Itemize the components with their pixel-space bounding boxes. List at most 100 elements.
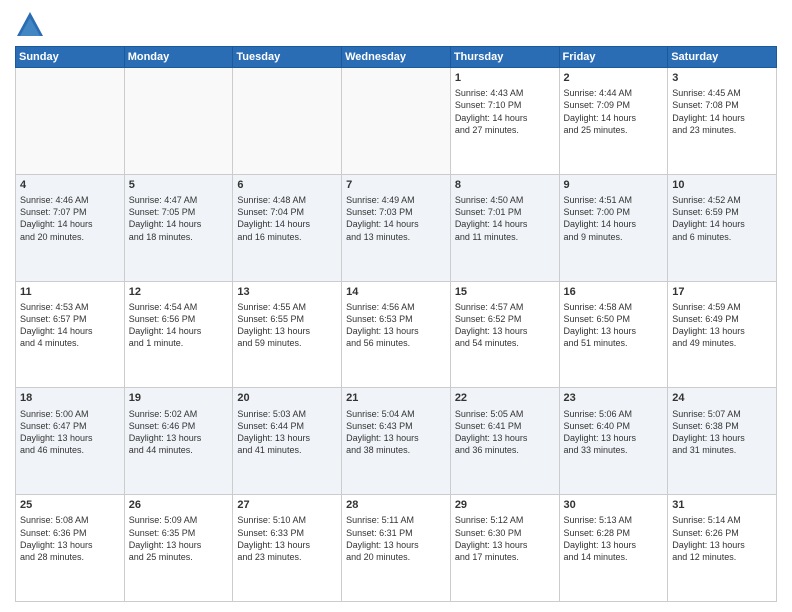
calendar-cell: 11 Sunrise: 4:53 AM Sunset: 6:57 PM Dayli… bbox=[16, 281, 125, 388]
calendar-cell: 25Sunrise: 5:08 AM Sunset: 6:36 PM Dayli… bbox=[16, 495, 125, 602]
calendar-cell: 2 Sunrise: 4:44 AM Sunset: 7:09 PM Daylig… bbox=[559, 68, 668, 175]
calendar-cell: 8 Sunrise: 4:50 AM Sunset: 7:01 PM Daylig… bbox=[450, 174, 559, 281]
calendar-cell: 20 Sunrise: 5:03 AM Sunset: 6:44 PM Dayli… bbox=[233, 388, 342, 495]
calendar-cell: 22 Sunrise: 5:05 AM Sunset: 6:41 PM Dayli… bbox=[450, 388, 559, 495]
day-info: Sunrise: 5:06 AM Sunset: 6:40 PM Dayligh… bbox=[564, 408, 664, 457]
day-info: Sunrise: 4:53 AM Sunset: 6:57 PM Dayligh… bbox=[20, 301, 120, 350]
calendar-cell: 7Sunrise: 4:49 AM Sunset: 7:03 PM Daylig… bbox=[342, 174, 451, 281]
day-info: Sunrise: 5:10 AM Sunset: 6:33 PM Dayligh… bbox=[237, 514, 337, 563]
day-number: 1 bbox=[455, 71, 555, 85]
day-number: 15 bbox=[455, 285, 555, 299]
day-number: 27 bbox=[237, 498, 337, 512]
day-info: Sunrise: 4:43 AM Sunset: 7:10 PM Dayligh… bbox=[455, 87, 555, 136]
day-info: Sunrise: 5:03 AM Sunset: 6:44 PM Dayligh… bbox=[237, 408, 337, 457]
calendar-table: SundayMondayTuesdayWednesdayThursdayFrid… bbox=[15, 46, 777, 602]
calendar-cell: 18 Sunrise: 5:00 AM Sunset: 6:47 PM Dayli… bbox=[16, 388, 125, 495]
calendar-header-thursday: Thursday bbox=[450, 47, 559, 68]
day-number: 9 bbox=[564, 178, 664, 192]
day-number: 23 bbox=[564, 391, 664, 405]
calendar-cell: 13 Sunrise: 4:55 AM Sunset: 6:55 PM Dayli… bbox=[233, 281, 342, 388]
day-info: Sunrise: 4:50 AM Sunset: 7:01 PM Dayligh… bbox=[455, 194, 555, 243]
calendar-cell: 28 Sunrise: 5:11 AM Sunset: 6:31 PM Dayli… bbox=[342, 495, 451, 602]
day-number: 19 bbox=[129, 391, 229, 405]
calendar-cell: 19 Sunrise: 5:02 AM Sunset: 6:46 PM Dayli… bbox=[124, 388, 233, 495]
day-info: Sunrise: 4:52 AM Sunset: 6:59 PM Dayligh… bbox=[672, 194, 772, 243]
calendar-cell: 16Sunrise: 4:58 AM Sunset: 6:50 PM Dayli… bbox=[559, 281, 668, 388]
page: SundayMondayTuesdayWednesdayThursdayFrid… bbox=[0, 0, 792, 612]
day-number: 6 bbox=[237, 178, 337, 192]
day-number: 10 bbox=[672, 178, 772, 192]
calendar-week-1: 1 Sunrise: 4:43 AM Sunset: 7:10 PM Daylig… bbox=[16, 68, 777, 175]
day-number: 4 bbox=[20, 178, 120, 192]
calendar-cell: 30 Sunrise: 5:13 AM Sunset: 6:28 PM Dayli… bbox=[559, 495, 668, 602]
calendar-week-4: 18 Sunrise: 5:00 AM Sunset: 6:47 PM Dayli… bbox=[16, 388, 777, 495]
calendar-header-row: SundayMondayTuesdayWednesdayThursdayFrid… bbox=[16, 47, 777, 68]
day-number: 20 bbox=[237, 391, 337, 405]
calendar-cell: 29Sunrise: 5:12 AM Sunset: 6:30 PM Dayli… bbox=[450, 495, 559, 602]
day-number: 13 bbox=[237, 285, 337, 299]
day-info: Sunrise: 4:44 AM Sunset: 7:09 PM Dayligh… bbox=[564, 87, 664, 136]
calendar-cell bbox=[16, 68, 125, 175]
calendar-cell: 27 Sunrise: 5:10 AM Sunset: 6:33 PM Dayli… bbox=[233, 495, 342, 602]
calendar-cell bbox=[233, 68, 342, 175]
day-info: Sunrise: 5:09 AM Sunset: 6:35 PM Dayligh… bbox=[129, 514, 229, 563]
calendar-cell: 5 Sunrise: 4:47 AM Sunset: 7:05 PM Daylig… bbox=[124, 174, 233, 281]
day-info: Sunrise: 5:00 AM Sunset: 6:47 PM Dayligh… bbox=[20, 408, 120, 457]
day-info: Sunrise: 4:48 AM Sunset: 7:04 PM Dayligh… bbox=[237, 194, 337, 243]
calendar-cell: 24 Sunrise: 5:07 AM Sunset: 6:38 PM Dayli… bbox=[668, 388, 777, 495]
day-info: Sunrise: 5:11 AM Sunset: 6:31 PM Dayligh… bbox=[346, 514, 446, 563]
day-info: Sunrise: 4:51 AM Sunset: 7:00 PM Dayligh… bbox=[564, 194, 664, 243]
calendar-cell: 17Sunrise: 4:59 AM Sunset: 6:49 PM Dayli… bbox=[668, 281, 777, 388]
day-info: Sunrise: 5:07 AM Sunset: 6:38 PM Dayligh… bbox=[672, 408, 772, 457]
logo bbox=[15, 10, 49, 40]
day-number: 8 bbox=[455, 178, 555, 192]
day-info: Sunrise: 4:45 AM Sunset: 7:08 PM Dayligh… bbox=[672, 87, 772, 136]
day-number: 18 bbox=[20, 391, 120, 405]
day-number: 28 bbox=[346, 498, 446, 512]
day-number: 7 bbox=[346, 178, 446, 192]
day-info: Sunrise: 5:08 AM Sunset: 6:36 PM Dayligh… bbox=[20, 514, 120, 563]
day-info: Sunrise: 4:46 AM Sunset: 7:07 PM Dayligh… bbox=[20, 194, 120, 243]
day-number: 24 bbox=[672, 391, 772, 405]
calendar-cell: 9 Sunrise: 4:51 AM Sunset: 7:00 PM Daylig… bbox=[559, 174, 668, 281]
calendar-cell bbox=[342, 68, 451, 175]
calendar-week-5: 25Sunrise: 5:08 AM Sunset: 6:36 PM Dayli… bbox=[16, 495, 777, 602]
day-number: 30 bbox=[564, 498, 664, 512]
calendar-header-friday: Friday bbox=[559, 47, 668, 68]
calendar-week-3: 11 Sunrise: 4:53 AM Sunset: 6:57 PM Dayli… bbox=[16, 281, 777, 388]
day-info: Sunrise: 5:02 AM Sunset: 6:46 PM Dayligh… bbox=[129, 408, 229, 457]
day-number: 22 bbox=[455, 391, 555, 405]
day-number: 29 bbox=[455, 498, 555, 512]
day-info: Sunrise: 4:47 AM Sunset: 7:05 PM Dayligh… bbox=[129, 194, 229, 243]
header bbox=[15, 10, 777, 40]
day-number: 2 bbox=[564, 71, 664, 85]
calendar-cell: 31Sunrise: 5:14 AM Sunset: 6:26 PM Dayli… bbox=[668, 495, 777, 602]
calendar-cell: 26 Sunrise: 5:09 AM Sunset: 6:35 PM Dayli… bbox=[124, 495, 233, 602]
day-number: 11 bbox=[20, 285, 120, 299]
calendar-cell: 10 Sunrise: 4:52 AM Sunset: 6:59 PM Dayli… bbox=[668, 174, 777, 281]
calendar-cell: 14 Sunrise: 4:56 AM Sunset: 6:53 PM Dayli… bbox=[342, 281, 451, 388]
calendar-cell: 3 Sunrise: 4:45 AM Sunset: 7:08 PM Daylig… bbox=[668, 68, 777, 175]
day-number: 26 bbox=[129, 498, 229, 512]
calendar-header-monday: Monday bbox=[124, 47, 233, 68]
calendar-week-2: 4 Sunrise: 4:46 AM Sunset: 7:07 PM Daylig… bbox=[16, 174, 777, 281]
day-number: 3 bbox=[672, 71, 772, 85]
calendar-cell: 4 Sunrise: 4:46 AM Sunset: 7:07 PM Daylig… bbox=[16, 174, 125, 281]
day-info: Sunrise: 4:57 AM Sunset: 6:52 PM Dayligh… bbox=[455, 301, 555, 350]
day-info: Sunrise: 4:55 AM Sunset: 6:55 PM Dayligh… bbox=[237, 301, 337, 350]
calendar-cell: 1 Sunrise: 4:43 AM Sunset: 7:10 PM Daylig… bbox=[450, 68, 559, 175]
calendar-header-saturday: Saturday bbox=[668, 47, 777, 68]
day-number: 14 bbox=[346, 285, 446, 299]
calendar-header-tuesday: Tuesday bbox=[233, 47, 342, 68]
day-info: Sunrise: 5:13 AM Sunset: 6:28 PM Dayligh… bbox=[564, 514, 664, 563]
day-info: Sunrise: 4:54 AM Sunset: 6:56 PM Dayligh… bbox=[129, 301, 229, 350]
day-number: 5 bbox=[129, 178, 229, 192]
day-number: 31 bbox=[672, 498, 772, 512]
logo-icon bbox=[15, 10, 45, 40]
calendar-cell: 23 Sunrise: 5:06 AM Sunset: 6:40 PM Dayli… bbox=[559, 388, 668, 495]
day-number: 17 bbox=[672, 285, 772, 299]
calendar-cell: 21Sunrise: 5:04 AM Sunset: 6:43 PM Dayli… bbox=[342, 388, 451, 495]
day-info: Sunrise: 4:56 AM Sunset: 6:53 PM Dayligh… bbox=[346, 301, 446, 350]
day-info: Sunrise: 4:58 AM Sunset: 6:50 PM Dayligh… bbox=[564, 301, 664, 350]
day-info: Sunrise: 5:05 AM Sunset: 6:41 PM Dayligh… bbox=[455, 408, 555, 457]
